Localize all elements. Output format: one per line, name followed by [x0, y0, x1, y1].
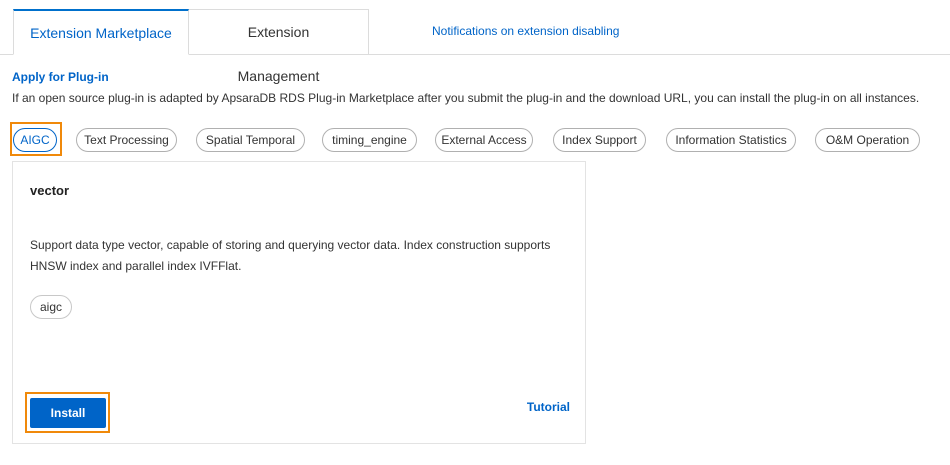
filter-chip-information-statistics[interactable]: Information Statistics: [666, 128, 796, 152]
plugin-card-vector: vector Support data type vector, capable…: [12, 161, 586, 444]
filter-chip-external-access[interactable]: External Access: [435, 128, 533, 152]
filter-chip-om-operation[interactable]: O&M Operation: [815, 128, 920, 152]
filter-chip-aigc[interactable]: AIGC: [13, 128, 57, 152]
tab-bar: Extension Marketplace Extension Manageme…: [0, 0, 950, 84]
apply-plugin-link[interactable]: Apply for Plug-in: [12, 70, 109, 84]
tab-extension-management[interactable]: Extension Management: [189, 9, 369, 84]
card-tag: aigc: [30, 295, 73, 319]
filter-chip-text-processing[interactable]: Text Processing: [76, 128, 177, 152]
filter-chip-index-support[interactable]: Index Support: [553, 128, 646, 152]
tab-extension-marketplace[interactable]: Extension Marketplace: [13, 9, 189, 55]
card-title: vector: [30, 183, 70, 198]
install-button[interactable]: Install: [30, 398, 106, 428]
tutorial-link[interactable]: Tutorial: [527, 400, 570, 414]
card-description: Support data type vector, capable of sto…: [30, 238, 551, 273]
notifications-link[interactable]: Notifications on extension disabling: [432, 24, 619, 38]
apply-description: If an open source plug-in is adapted by …: [12, 91, 920, 105]
filter-chip-spatial-temporal[interactable]: Spatial Temporal: [196, 128, 305, 152]
filter-chip-timing-engine[interactable]: timing_engine: [322, 128, 417, 152]
